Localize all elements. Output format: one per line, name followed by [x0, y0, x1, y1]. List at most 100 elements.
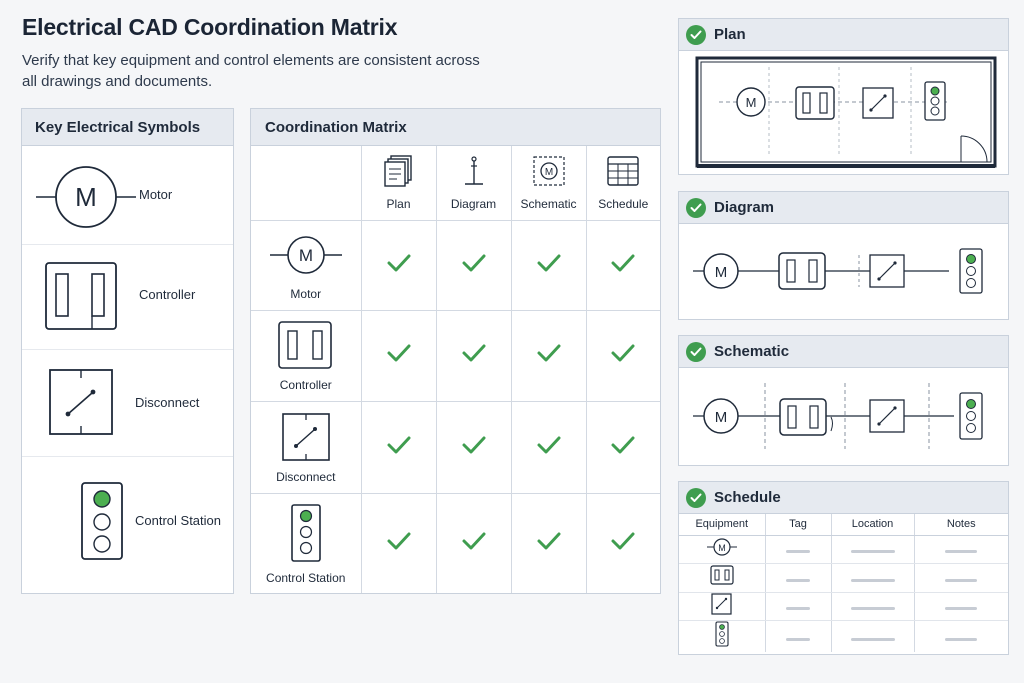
check-circle-icon	[686, 487, 706, 508]
placeholder-bar	[945, 578, 978, 582]
page-title: Electrical CAD Coordination Matrix	[22, 14, 398, 40]
placeholder-bar	[786, 607, 810, 611]
check-disconnect-schematic	[511, 401, 587, 494]
row-label-disconnect: Disconnect	[276, 469, 336, 484]
check-controller-diagram	[436, 310, 512, 402]
key-row-motor: M Motor	[22, 147, 233, 245]
svg-text:M: M	[299, 246, 313, 265]
matrix-corner-cell	[251, 146, 362, 221]
check-icon	[537, 532, 560, 550]
key-row-control-station: Control Station	[22, 457, 233, 593]
placeholder-bar	[786, 550, 810, 554]
check-motor-plan	[361, 220, 437, 311]
schematic-preview-title: Schematic	[714, 343, 790, 360]
matrix-rowhead-control-station: Control Station	[251, 493, 362, 593]
check-station-schedule	[586, 493, 660, 593]
check-icon	[387, 436, 410, 453]
schedule-table: Equipment Tag Location Notes M	[679, 514, 1008, 652]
matrix-rowhead-controller: Controller	[251, 310, 362, 402]
matrix-row-motor: M Motor	[251, 220, 660, 311]
plan-preview-header: Plan	[679, 19, 1008, 51]
check-station-plan	[361, 493, 437, 593]
table-row	[679, 563, 1008, 593]
svg-text:M: M	[544, 167, 552, 178]
schedule-preview-panel: Schedule Equipment Tag Location Notes M	[678, 481, 1009, 655]
row-label-control-station: Control Station	[266, 570, 346, 585]
placeholder-bar	[850, 578, 895, 582]
check-disconnect-plan	[361, 401, 437, 494]
check-icon	[611, 254, 635, 271]
key-label-disconnect: Disconnect	[135, 395, 200, 410]
schematic-preview-header: Schematic	[679, 336, 1008, 368]
check-motor-diagram	[436, 220, 512, 311]
matrix-col-plan: Plan	[361, 146, 437, 221]
motor-icon: M	[706, 538, 737, 556]
plan-preview-title: Plan	[714, 26, 746, 43]
coordination-matrix-panel: Coordination Matrix Plan Diagram M Schem…	[250, 108, 661, 594]
placeholder-bar	[945, 607, 978, 611]
check-icon	[387, 254, 410, 271]
schedule-col-equipment: Equipment	[679, 514, 766, 536]
matrix-rowhead-motor: M Motor	[251, 220, 362, 311]
check-station-schematic	[511, 493, 587, 593]
diagram-preview-panel: Diagram M	[678, 191, 1009, 320]
matrix-row-controller: Controller	[251, 310, 660, 402]
page-subtitle: Verify that key equipment and control el…	[22, 52, 480, 90]
matrix-row-control-station: Control Station	[251, 493, 660, 593]
table-row	[679, 592, 1008, 621]
disconnect-icon	[711, 593, 732, 615]
schematic-preview-panel: Schematic M	[678, 335, 1009, 466]
placeholder-bar	[945, 637, 978, 641]
row-label-controller: Controller	[279, 378, 332, 392]
check-icon	[462, 436, 485, 453]
matrix-col-diagram: Diagram	[436, 146, 512, 221]
placeholder-bar	[786, 637, 810, 641]
check-icon	[611, 532, 635, 550]
schematic-drawing: M	[693, 383, 983, 449]
svg-text:M: M	[715, 264, 728, 281]
check-disconnect-diagram	[436, 401, 512, 494]
col-label-schematic: Schematic	[520, 197, 577, 212]
check-motor-schedule	[586, 220, 660, 311]
control-station-icon	[81, 482, 123, 560]
check-icon	[462, 532, 485, 550]
check-icon	[537, 436, 560, 453]
matrix-header-row: Plan Diagram M Schematic Schedule	[251, 146, 660, 221]
check-icon	[387, 532, 410, 550]
schedule-preview-title: Schedule	[714, 489, 781, 506]
table-row	[679, 620, 1008, 652]
controller-icon	[710, 565, 734, 585]
check-circle-icon	[686, 197, 706, 218]
placeholder-bar	[850, 637, 895, 641]
placeholder-bar	[850, 550, 895, 554]
check-controller-plan	[361, 310, 437, 402]
key-label-motor: Motor	[139, 187, 173, 202]
schedule-header-row: Equipment Tag Location Notes	[679, 514, 1008, 536]
check-icon	[611, 436, 635, 453]
check-icon	[387, 344, 410, 362]
schedule-grid-icon	[607, 156, 639, 186]
key-symbols-panel: Key Electrical Symbols M Motor Controlle…	[21, 108, 234, 594]
check-circle-icon	[686, 341, 706, 362]
check-icon	[537, 254, 560, 271]
controller-icon	[45, 262, 117, 330]
check-disconnect-schedule	[586, 401, 660, 494]
placeholder-bar	[786, 578, 810, 582]
diagram-icon	[464, 156, 483, 185]
matrix-row-disconnect: Disconnect	[251, 401, 660, 494]
check-circle-icon	[686, 24, 706, 45]
schedule-col-location: Location	[831, 514, 915, 536]
key-symbols-title: Key Electrical Symbols	[22, 109, 233, 146]
motor-icon: M	[36, 166, 136, 228]
svg-text:M: M	[75, 182, 97, 212]
placeholder-bar	[850, 607, 895, 611]
row-label-motor: Motor	[290, 286, 322, 301]
diagram-drawing: M	[693, 248, 983, 294]
matrix-title: Coordination Matrix	[251, 109, 660, 146]
svg-text:M: M	[746, 95, 757, 110]
table-row: M	[679, 535, 1008, 564]
schedule-col-notes: Notes	[914, 514, 1008, 536]
diagram-preview-title: Diagram	[714, 199, 775, 216]
check-icon	[462, 254, 485, 271]
check-station-diagram	[436, 493, 512, 593]
